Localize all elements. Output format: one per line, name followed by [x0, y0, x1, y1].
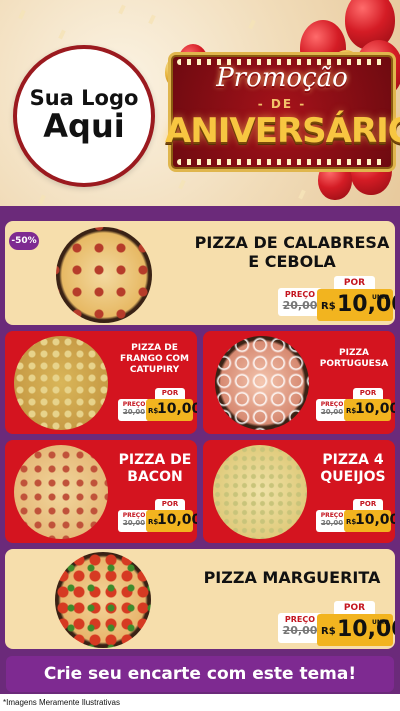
product-name: PIZZA MARGUERITA	[203, 568, 381, 587]
pizza-image	[56, 227, 152, 323]
new-price: 10,00	[355, 512, 395, 528]
promo-main-title: ANIVERSÁRIO	[165, 111, 400, 151]
confetti-decoration	[38, 194, 46, 205]
product-card: PIZZA PORTUGUESA POR PREÇO 20,00 R$ 10,0…	[203, 331, 395, 434]
promo-de: - DE -	[257, 97, 307, 111]
product-card: PIZZA DE FRANGO COM CATUPIRY POR PREÇO 2…	[5, 331, 197, 434]
promo-sign: Promoção - DE - ANIVERSÁRIO	[165, 52, 400, 172]
por-label: POR	[353, 499, 383, 510]
marquee-lights	[177, 159, 387, 165]
promo-title: Promoção	[216, 63, 348, 93]
logo-line2: Aqui	[43, 106, 125, 145]
old-price-tag: PREÇO 20,00	[278, 288, 322, 316]
pizza-image	[213, 445, 307, 539]
por-label: POR	[155, 499, 185, 510]
currency: R$	[321, 626, 336, 637]
old-price: 20,00	[282, 299, 318, 312]
confetti-decoration	[148, 14, 156, 25]
product-card: PIZZA MARGUERITA POR PREÇO 20,00 R$ 10,0…	[5, 549, 395, 649]
new-price-tag: R$ 10,00	[146, 510, 197, 532]
product-card: PIZZA 4 QUEIJOS POR PREÇO 20,00 R$ 10,00	[203, 440, 395, 543]
product-name: PIZZA PORTUGUESA	[319, 348, 389, 369]
confetti-decoration	[118, 4, 126, 15]
product-name: PIZZA DE BACON	[118, 452, 192, 485]
header-banner: Sua Logo Aqui Promoção - DE - ANIVERSÁRI…	[0, 0, 400, 212]
new-price-tag: R$ 10,00	[146, 399, 197, 421]
preco-label: PREÇO	[284, 290, 316, 299]
confetti-decoration	[58, 29, 66, 40]
pizza-image	[55, 552, 151, 648]
new-price: 10,00	[355, 401, 395, 417]
pizza-image	[14, 336, 108, 430]
new-price-tag: R$ 10,00 UNID	[317, 614, 395, 646]
cta-button[interactable]: Crie seu encarte com este tema!	[6, 656, 394, 692]
preco-label: PREÇO	[284, 615, 316, 624]
currency: R$	[321, 301, 336, 312]
new-price-tag: R$ 10,00 UNID	[317, 289, 395, 321]
new-price-tag: R$ 10,00	[344, 399, 395, 421]
product-card: PIZZA DE CALABRESA E CEBOLA POR PREÇO 20…	[5, 221, 395, 325]
unit-label: UNID	[372, 619, 390, 626]
confetti-decoration	[248, 19, 256, 30]
discount-badge: -50%	[9, 232, 39, 250]
old-price-tag: PREÇO 20,00	[278, 613, 322, 643]
new-price-tag: R$ 10,00	[344, 510, 395, 532]
confetti-decoration	[18, 9, 26, 20]
product-card: PIZZA DE BACON POR PREÇO 20,00 R$ 10,00	[5, 440, 197, 543]
por-label: POR	[334, 601, 375, 615]
flyer-page: Sua Logo Aqui Promoção - DE - ANIVERSÁRI…	[0, 0, 400, 711]
product-name: PIZZA 4 QUEIJOS	[320, 452, 386, 485]
logo-placeholder: Sua Logo Aqui	[13, 45, 155, 187]
old-price: 20,00	[282, 624, 318, 637]
pizza-image	[14, 445, 108, 539]
confetti-decoration	[178, 179, 186, 190]
por-label: POR	[334, 276, 375, 290]
new-price: 10,00	[157, 512, 197, 528]
logo-line1: Sua Logo	[29, 85, 139, 110]
product-name: PIZZA DE FRANGO COM CATUPIRY	[120, 343, 189, 375]
product-name: PIZZA DE CALABRESA E CEBOLA	[194, 233, 390, 272]
por-label: POR	[353, 388, 383, 399]
por-label: POR	[155, 388, 185, 399]
unit-label: UNID	[372, 294, 390, 301]
new-price: 10,00	[157, 401, 197, 417]
footer-disclaimer: *Imagens Meramente Ilustrativas	[0, 694, 400, 711]
confetti-decoration	[298, 189, 306, 200]
pizza-image	[215, 336, 309, 430]
